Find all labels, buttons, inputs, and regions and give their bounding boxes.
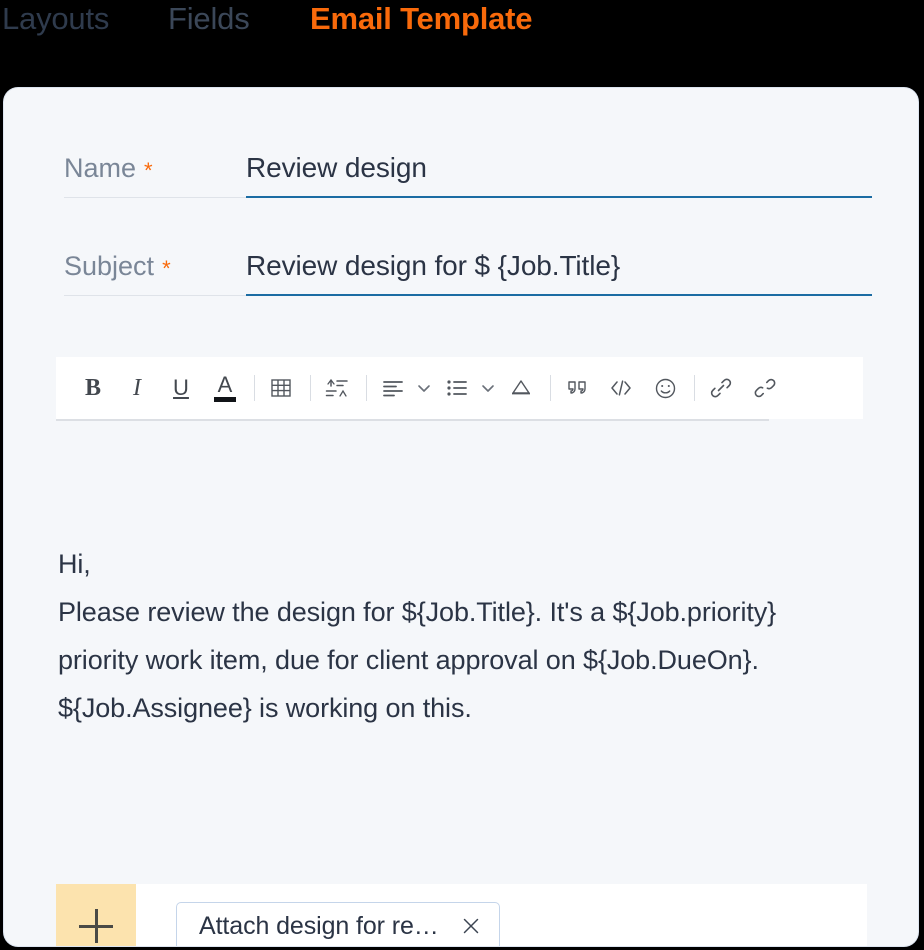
underline-icon[interactable]: U (164, 371, 198, 405)
italic-label: I (133, 375, 141, 401)
toolbar-bottom-border (56, 419, 769, 421)
toolbar-divider (366, 375, 367, 401)
bullet-list-icon[interactable] (440, 371, 474, 405)
attachment-chip[interactable]: Attach design for re… (176, 902, 500, 946)
subject-input[interactable]: Review design for $ {Job.Title} (246, 250, 620, 282)
email-template-card: Name * Review design Subject * Review de… (4, 88, 918, 946)
italic-icon[interactable]: I (120, 371, 154, 405)
attachment-bar: Attach design for re… (56, 884, 867, 946)
editor-toolbar: B I U A (56, 357, 863, 419)
toolbar-divider (694, 375, 695, 401)
tab-bar: Layouts Fields Email Template (0, 0, 924, 88)
clear-format-icon[interactable] (504, 371, 538, 405)
align-chevron-down-icon[interactable] (416, 383, 432, 393)
field-row-name: Name * Review design (64, 140, 872, 210)
emoji-icon[interactable] (648, 371, 682, 405)
font-color-glyph: A (214, 371, 236, 402)
name-label: Name (64, 153, 137, 183)
blockquote-icon[interactable] (560, 371, 594, 405)
name-required-asterisk: * (144, 157, 153, 183)
plus-icon (79, 909, 113, 943)
name-input-cell[interactable]: Review design (246, 140, 872, 198)
underline-label: U (173, 375, 189, 400)
email-body-text[interactable]: Hi, Please review the design for ${Job.T… (58, 540, 858, 732)
close-icon[interactable] (459, 914, 483, 938)
add-attachment-button[interactable] (56, 884, 136, 946)
name-label-cell: Name * (64, 140, 246, 198)
subject-input-cell[interactable]: Review design for $ {Job.Title} (246, 238, 872, 296)
table-icon[interactable] (264, 371, 298, 405)
toolbar-divider (310, 375, 311, 401)
subject-label: Subject (64, 251, 155, 281)
attachment-chip-label: Attach design for re… (199, 911, 439, 940)
bold-label: B (84, 375, 101, 401)
line-height-icon[interactable] (320, 371, 354, 405)
code-icon[interactable] (604, 371, 638, 405)
name-input[interactable]: Review design (246, 152, 427, 184)
link-icon[interactable] (704, 371, 738, 405)
tab-layouts[interactable]: Layouts (2, 0, 109, 46)
toolbar-divider (254, 375, 255, 401)
bold-icon[interactable]: B (76, 371, 110, 405)
font-color-swatch-bar (214, 396, 236, 402)
tab-email-template[interactable]: Email Template (310, 0, 533, 46)
font-color-letter: A (217, 371, 233, 397)
tab-fields[interactable]: Fields (168, 0, 250, 46)
align-left-icon[interactable] (376, 371, 410, 405)
font-color-icon[interactable]: A (208, 371, 242, 405)
list-chevron-down-icon[interactable] (480, 383, 496, 393)
app-screen: Layouts Fields Email Template Name * Rev… (0, 0, 924, 950)
subject-required-asterisk: * (162, 255, 171, 281)
unlink-icon[interactable] (748, 371, 782, 405)
toolbar-divider (550, 375, 551, 401)
subject-label-cell: Subject * (64, 238, 246, 296)
field-row-subject: Subject * Review design for $ {Job.Title… (64, 238, 872, 308)
